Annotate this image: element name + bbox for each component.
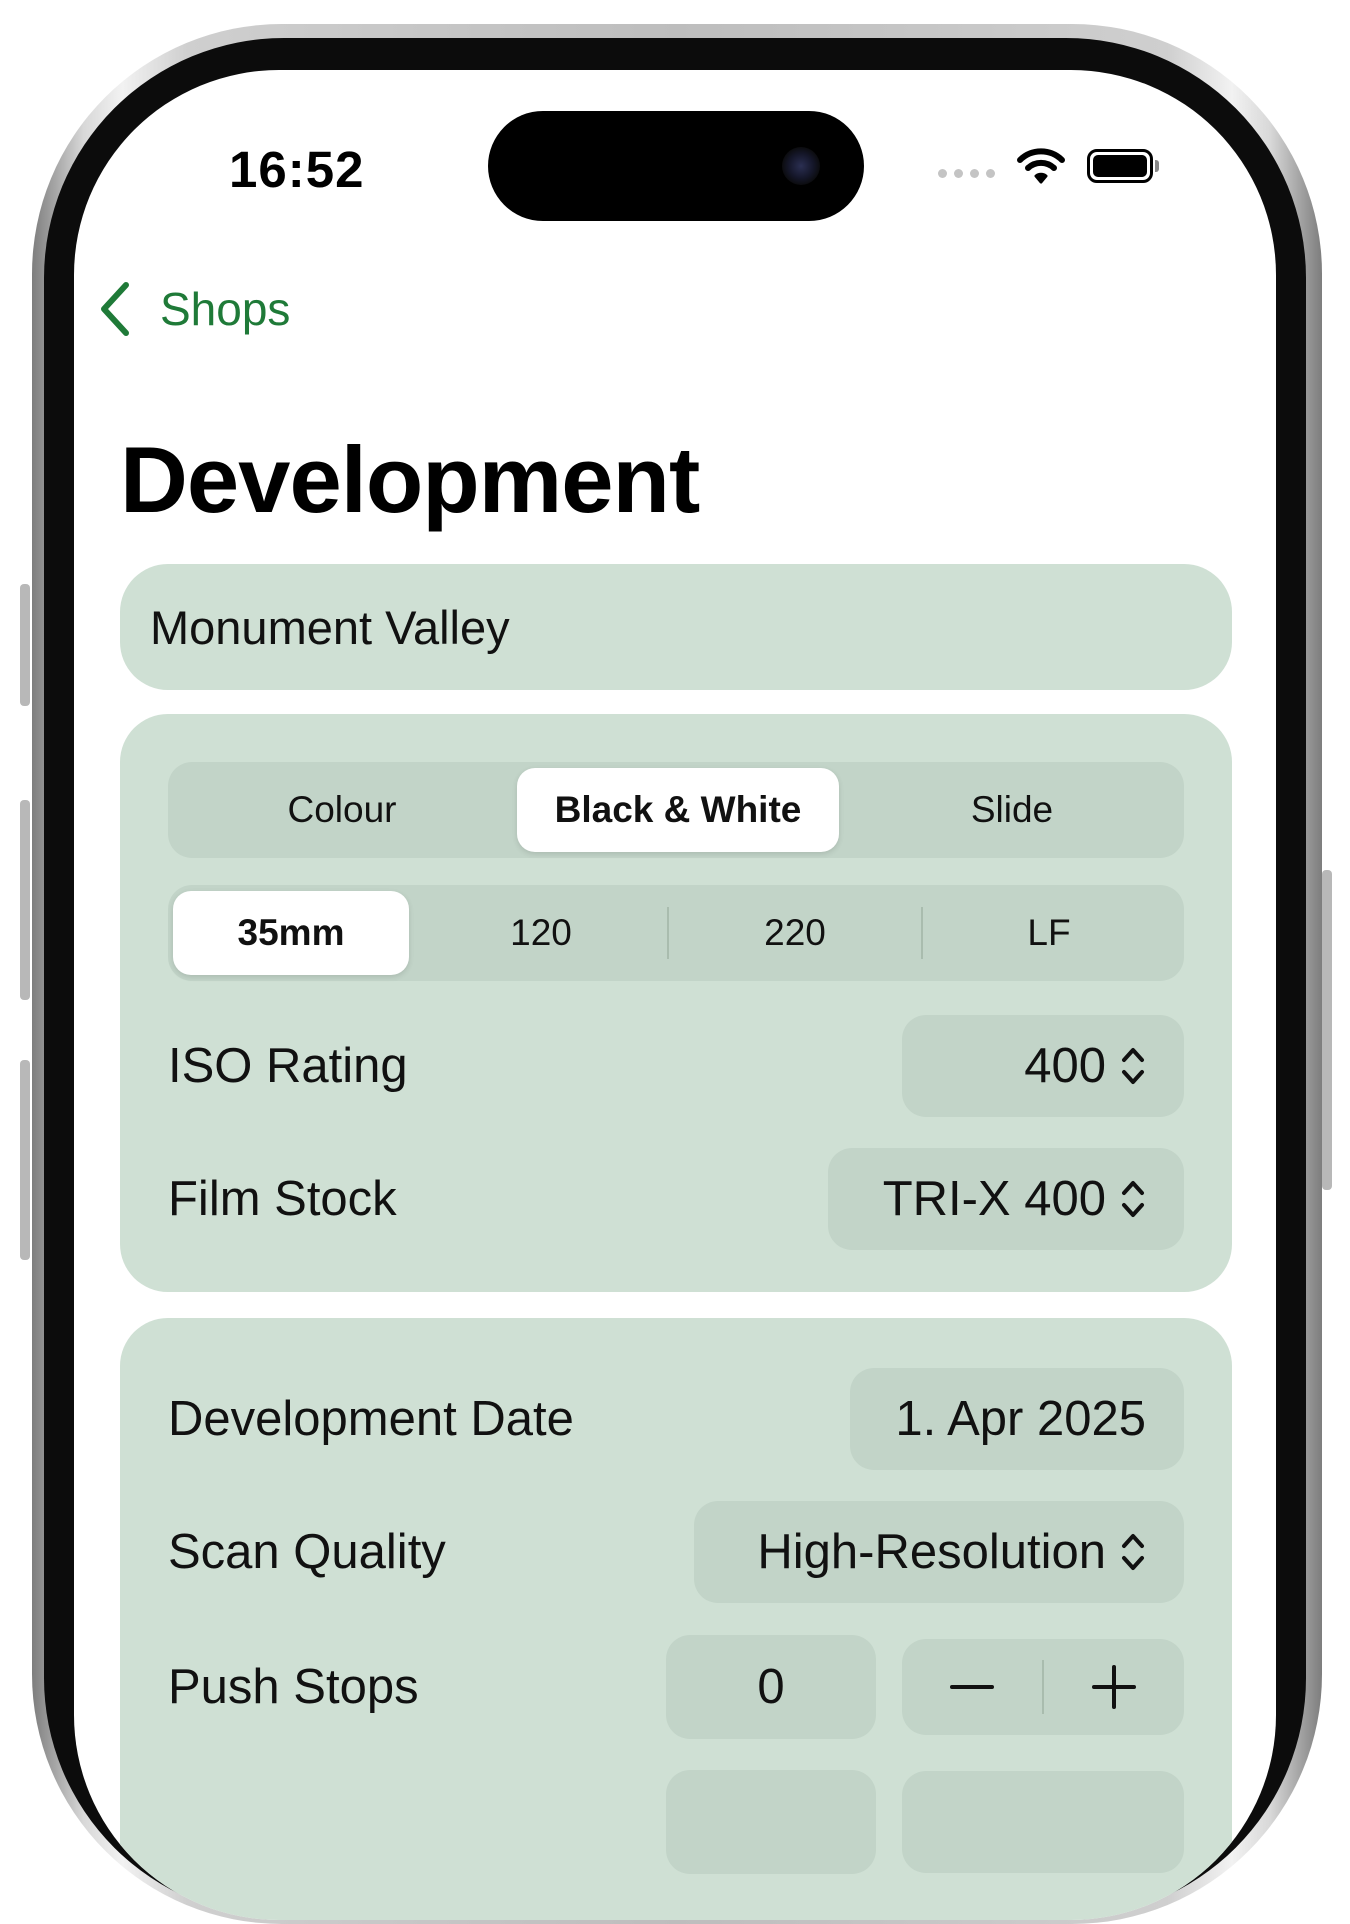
film-stock-label: Film Stock (168, 1172, 397, 1226)
scan-quality-value: High-Resolution (757, 1525, 1106, 1579)
stepper-increment-button[interactable] (1044, 1639, 1184, 1735)
segment-lf[interactable]: LF (923, 891, 1175, 975)
development-date-value: 1. Apr 2025 (895, 1392, 1146, 1446)
chevron-up-down-icon (1122, 1048, 1144, 1084)
dynamic-island (488, 111, 864, 221)
film-stock-row: Film Stock TRI-X 400 (168, 1147, 1184, 1251)
back-button-label: Shops (160, 283, 291, 335)
scan-quality-picker[interactable]: High-Resolution (694, 1501, 1184, 1603)
status-indicators (938, 148, 1159, 184)
chevron-left-icon (101, 282, 129, 336)
development-date-row: Development Date 1. Apr 2025 (168, 1367, 1184, 1471)
film-settings-card: Colour Black & White Slide 35mm 120 220 … (120, 714, 1232, 1292)
page-title: Development (120, 427, 700, 532)
status-time: 16:52 (229, 141, 365, 198)
next-row-value[interactable] (666, 1770, 876, 1874)
segment-colour[interactable]: Colour (173, 768, 511, 852)
plus-icon (1092, 1665, 1136, 1709)
push-stops-value[interactable]: 0 (666, 1635, 876, 1739)
development-date-label: Development Date (168, 1392, 574, 1446)
screen: 16:52 Shops Development Monument Valley … (74, 70, 1276, 1920)
chevron-up-down-icon (1122, 1534, 1144, 1570)
film-format-segmented-control: 35mm 120 220 LF (168, 885, 1184, 981)
film-type-segmented-control: Colour Black & White Slide (168, 762, 1184, 858)
scan-quality-row: Scan Quality High-Resolution (168, 1500, 1184, 1604)
film-stock-picker[interactable]: TRI-X 400 (828, 1148, 1184, 1250)
iso-rating-picker[interactable]: 400 (902, 1015, 1184, 1117)
next-row-picker[interactable] (902, 1771, 1184, 1873)
iso-rating-row: ISO Rating 400 (168, 1014, 1184, 1118)
power-button (1322, 870, 1332, 1190)
segment-black-white[interactable]: Black & White (517, 768, 839, 852)
stepper-decrement-button[interactable] (902, 1639, 1042, 1735)
scan-quality-label: Scan Quality (168, 1525, 446, 1579)
iso-rating-value: 400 (1024, 1039, 1106, 1093)
camera-lens-icon (782, 147, 820, 185)
segment-120[interactable]: 120 (415, 891, 667, 975)
name-field[interactable]: Monument Valley (120, 564, 1232, 690)
film-stock-value: TRI-X 400 (882, 1172, 1106, 1226)
push-stops-label: Push Stops (168, 1660, 419, 1714)
segment-35mm[interactable]: 35mm (173, 891, 409, 975)
next-row-partial (168, 1770, 1184, 1874)
action-button (20, 584, 30, 706)
chevron-up-down-icon (1122, 1181, 1144, 1217)
development-settings-card: Development Date 1. Apr 2025 Scan Qualit… (120, 1318, 1232, 1920)
segment-220[interactable]: 220 (669, 891, 921, 975)
cellular-signal-icon (938, 168, 995, 178)
iso-rating-label: ISO Rating (168, 1039, 408, 1093)
volume-down-button (20, 1060, 30, 1260)
name-field-value: Monument Valley (150, 600, 510, 654)
push-stops-row: Push Stops 0 (168, 1635, 1184, 1739)
minus-icon (950, 1685, 994, 1689)
segment-slide[interactable]: Slide (845, 768, 1179, 852)
battery-icon (1087, 149, 1159, 183)
development-date-picker[interactable]: 1. Apr 2025 (850, 1368, 1184, 1470)
push-stops-stepper (902, 1639, 1184, 1735)
wifi-icon (1017, 148, 1065, 184)
back-button[interactable]: Shops (96, 274, 290, 344)
volume-up-button (20, 800, 30, 1000)
